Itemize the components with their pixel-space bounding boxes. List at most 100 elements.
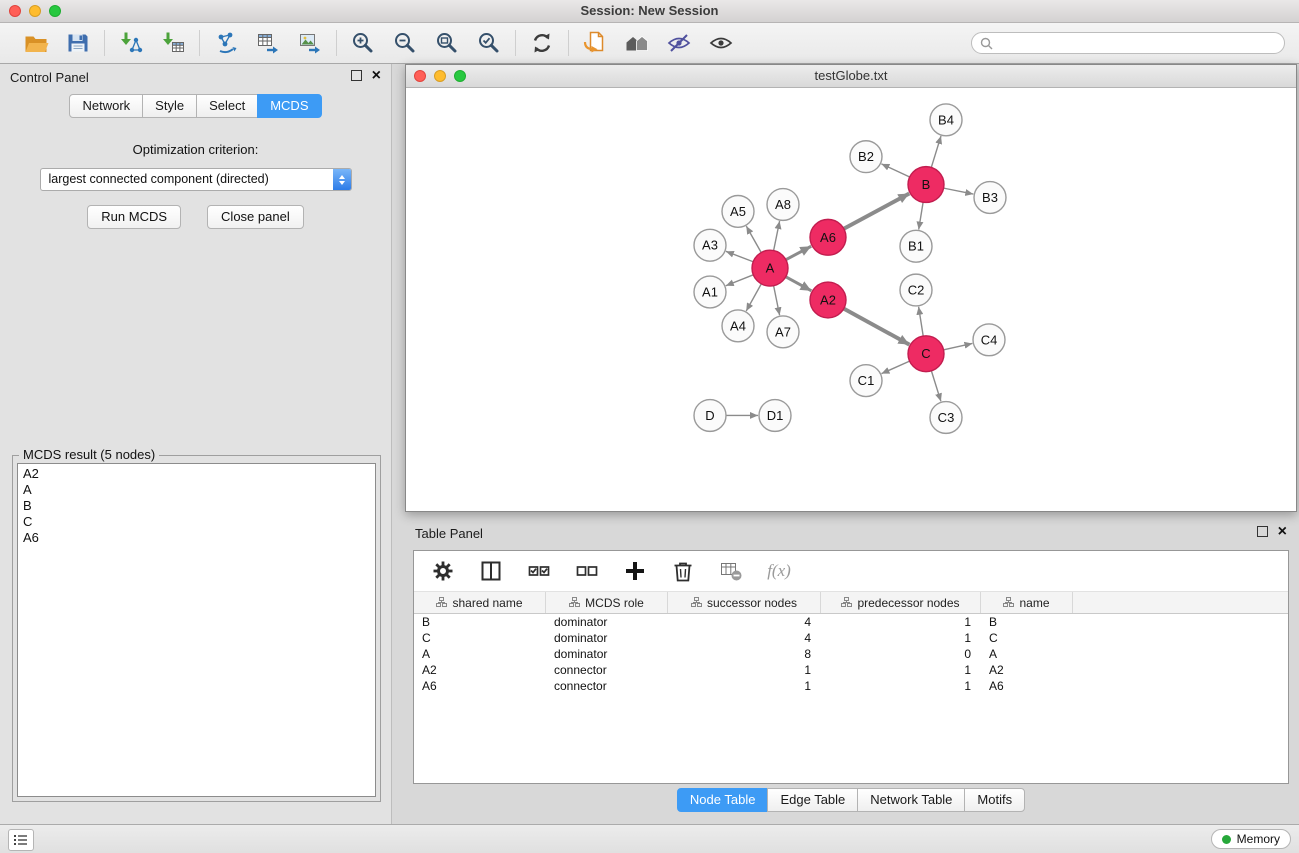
edge-B-B1[interactable] <box>919 202 923 229</box>
node-A[interactable]: A <box>752 250 788 286</box>
delete-table-button[interactable] <box>718 558 744 584</box>
node-C3[interactable]: C3 <box>930 402 962 434</box>
close-network-window-button[interactable] <box>414 70 426 82</box>
dropdown-stepper-icon[interactable] <box>333 169 351 190</box>
node-C2[interactable]: C2 <box>900 274 932 306</box>
table-row[interactable]: A2connector11A2 <box>414 662 1288 678</box>
edge-A-A1[interactable] <box>726 275 754 286</box>
zoom-in-button[interactable] <box>349 29 377 57</box>
node-A8[interactable]: A8 <box>767 189 799 221</box>
show-graphics-details-button[interactable] <box>581 29 609 57</box>
search-field[interactable] <box>971 32 1285 54</box>
close-panel-button[interactable]: Close panel <box>207 205 304 229</box>
refresh-button[interactable] <box>528 29 556 57</box>
node-D[interactable]: D <box>694 400 726 432</box>
export-image-button[interactable] <box>296 29 324 57</box>
node-B3[interactable]: B3 <box>974 182 1006 214</box>
import-table-button[interactable] <box>159 29 187 57</box>
edge-C-C4[interactable] <box>944 343 973 349</box>
add-row-button[interactable] <box>622 558 648 584</box>
node-C[interactable]: C <box>908 336 944 372</box>
column-visibility-button[interactable] <box>478 558 504 584</box>
import-network-button[interactable] <box>117 29 145 57</box>
node-A3[interactable]: A3 <box>694 229 726 261</box>
edge-A-A6[interactable] <box>786 246 811 259</box>
export-table-button[interactable] <box>254 29 282 57</box>
tab-style[interactable]: Style <box>142 94 197 118</box>
open-session-button[interactable] <box>22 29 50 57</box>
home-button[interactable] <box>623 29 651 57</box>
tab-select[interactable]: Select <box>196 94 258 118</box>
network-canvas[interactable]: B4B2BB3A5A8A6B1A3AC2A1A2A4A7C4CC1C3DD1 <box>406 88 1296 511</box>
tab-motifs[interactable]: Motifs <box>964 788 1025 812</box>
float-table-panel-icon[interactable] <box>1257 526 1268 537</box>
save-session-button[interactable] <box>64 29 92 57</box>
deselect-all-button[interactable] <box>574 558 600 584</box>
minimize-network-window-button[interactable] <box>434 70 446 82</box>
edge-C-C3[interactable] <box>931 371 941 401</box>
edge-A-A8[interactable] <box>774 221 780 251</box>
function-builder-button[interactable]: f(x) <box>766 558 792 584</box>
table-row[interactable]: Adominator80A <box>414 646 1288 662</box>
node-A7[interactable]: A7 <box>767 316 799 348</box>
node-B4[interactable]: B4 <box>930 104 962 136</box>
node-B[interactable]: B <box>908 167 944 203</box>
zoom-out-button[interactable] <box>391 29 419 57</box>
close-table-panel-icon[interactable]: × <box>1278 526 1287 537</box>
export-network-button[interactable] <box>212 29 240 57</box>
edge-A-A5[interactable] <box>746 226 761 252</box>
settings-gear-button[interactable] <box>430 558 456 584</box>
select-all-button[interactable] <box>526 558 552 584</box>
node-B2[interactable]: B2 <box>850 141 882 173</box>
node-A2[interactable]: A2 <box>810 282 846 318</box>
tab-edge-table[interactable]: Edge Table <box>767 788 858 812</box>
zoom-fit-button[interactable] <box>433 29 461 57</box>
hide-details-button[interactable] <box>665 29 693 57</box>
column-header-mcds-role[interactable]: MCDS role <box>546 592 668 613</box>
edge-C-C2[interactable] <box>919 307 924 336</box>
search-input[interactable] <box>998 35 1276 51</box>
optimization-dropdown[interactable]: largest connected component (directed) <box>40 168 352 191</box>
node-B1[interactable]: B1 <box>900 230 932 262</box>
node-A4[interactable]: A4 <box>722 310 754 342</box>
tab-network[interactable]: Network <box>69 94 143 118</box>
mcds-result-item[interactable]: A2 <box>23 466 370 482</box>
memory-button[interactable]: Memory <box>1211 829 1291 849</box>
edge-A-A3[interactable] <box>726 251 753 261</box>
mcds-result-item[interactable]: A6 <box>23 530 370 546</box>
float-panel-icon[interactable] <box>351 70 362 81</box>
edge-A2-C[interactable] <box>844 309 910 345</box>
column-header-name[interactable]: name <box>981 592 1073 613</box>
table-row[interactable]: Bdominator41B <box>414 614 1288 630</box>
edge-A-A7[interactable] <box>774 286 780 316</box>
run-mcds-button[interactable]: Run MCDS <box>87 205 181 229</box>
tab-mcds[interactable]: MCDS <box>257 94 321 118</box>
edge-A6-B[interactable] <box>844 194 910 229</box>
maximize-network-window-button[interactable] <box>454 70 466 82</box>
table-row[interactable]: A6connector11A6 <box>414 678 1288 694</box>
close-panel-icon[interactable]: × <box>372 70 381 81</box>
node-D1[interactable]: D1 <box>759 400 791 432</box>
panel-toggle-button[interactable] <box>8 829 34 851</box>
show-details-button[interactable] <box>707 29 735 57</box>
node-C4[interactable]: C4 <box>973 324 1005 356</box>
edge-B-B4[interactable] <box>931 136 941 167</box>
node-A1[interactable]: A1 <box>694 276 726 308</box>
edge-B-B2[interactable] <box>881 164 909 177</box>
close-window-button[interactable] <box>9 5 21 17</box>
tab-node-table[interactable]: Node Table <box>677 788 769 812</box>
edge-A-A2[interactable] <box>786 277 812 291</box>
column-header-shared-name[interactable]: shared name <box>414 592 546 613</box>
delete-row-button[interactable] <box>670 558 696 584</box>
mcds-result-item[interactable]: C <box>23 514 370 530</box>
column-header-predecessor-nodes[interactable]: predecessor nodes <box>821 592 981 613</box>
mcds-result-item[interactable]: A <box>23 482 370 498</box>
edge-A-A4[interactable] <box>746 284 761 311</box>
mcds-result-item[interactable]: B <box>23 498 370 514</box>
edge-B-B3[interactable] <box>944 188 974 194</box>
node-A6[interactable]: A6 <box>810 219 846 255</box>
maximize-window-button[interactable] <box>49 5 61 17</box>
edge-C-C1[interactable] <box>882 361 910 374</box>
table-row[interactable]: Cdominator41C <box>414 630 1288 646</box>
minimize-window-button[interactable] <box>29 5 41 17</box>
